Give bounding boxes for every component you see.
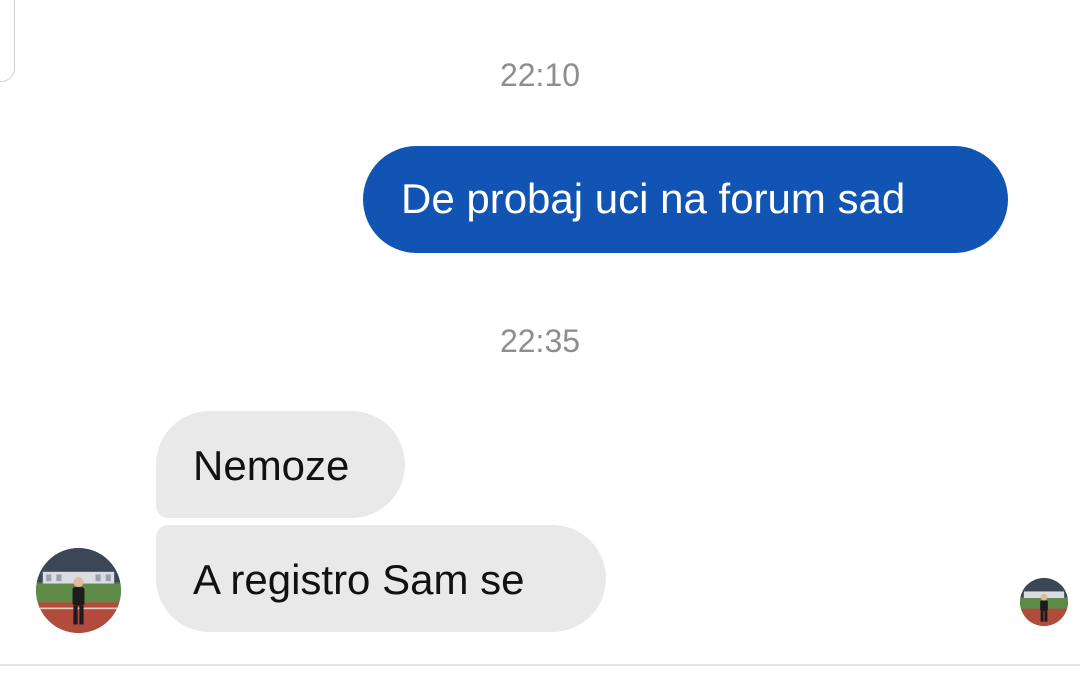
contact-avatar-photo-icon <box>36 548 121 633</box>
received-message-bubble[interactable]: A registro Sam se <box>156 525 606 632</box>
timestamp: 22:10 <box>499 57 581 93</box>
sent-message-bubble[interactable]: De probaj uci na forum sad <box>363 146 1008 253</box>
message-text: De probaj uci na forum sad <box>401 175 906 222</box>
seen-avatar-photo-icon <box>1020 578 1068 626</box>
timestamp: 22:35 <box>499 323 581 359</box>
composer-divider <box>0 664 1080 666</box>
read-receipt-avatar <box>1020 578 1068 626</box>
message-text: A registro Sam se <box>193 556 525 603</box>
received-message-bubble[interactable]: Nemoze <box>156 411 405 518</box>
message-text: Nemoze <box>193 442 350 489</box>
contact-avatar[interactable] <box>36 548 121 633</box>
